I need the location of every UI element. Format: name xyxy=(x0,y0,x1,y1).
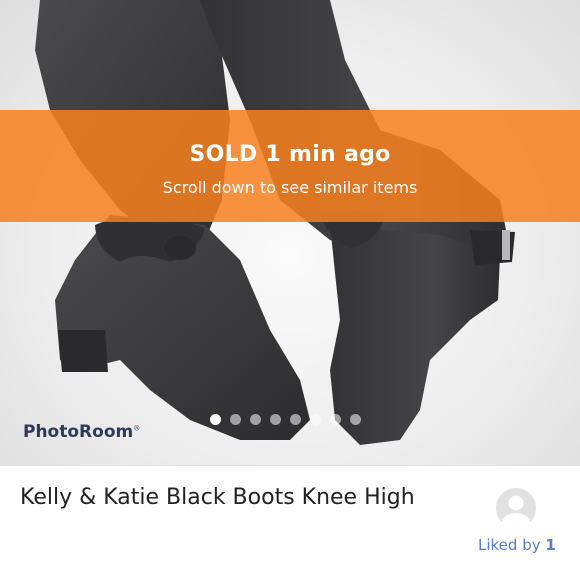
liked-by-count: 1 xyxy=(545,536,556,554)
listing-photo[interactable]: SOLD 1 min ago Scroll down to see simila… xyxy=(0,0,580,465)
carousel-dot[interactable] xyxy=(250,413,261,425)
carousel-dot[interactable] xyxy=(350,413,361,425)
carousel-dot[interactable] xyxy=(210,413,221,425)
carousel-dot[interactable] xyxy=(290,413,301,425)
boots-image xyxy=(35,0,515,445)
carousel-dot[interactable] xyxy=(230,413,241,425)
user-avatar-icon xyxy=(501,495,531,528)
liked-by-link[interactable]: Liked by 1 xyxy=(478,536,556,554)
watermark-text: PhotoRoom xyxy=(23,422,134,442)
carousel-dot[interactable] xyxy=(310,413,321,425)
sold-status-text: SOLD 1 min ago xyxy=(189,142,391,167)
listing-title: Kelly & Katie Black Boots Knee High xyxy=(20,485,415,510)
carousel-dots[interactable] xyxy=(206,412,365,426)
liker-avatar[interactable] xyxy=(496,488,536,528)
photoroom-watermark: PhotoRoom® xyxy=(23,422,141,442)
sold-banner: SOLD 1 min ago Scroll down to see simila… xyxy=(0,110,580,222)
sold-hint-text: Scroll down to see similar items xyxy=(162,178,418,197)
carousel-dot[interactable] xyxy=(330,413,341,425)
carousel-dot[interactable] xyxy=(270,413,281,425)
divider xyxy=(0,465,580,466)
liked-by-label: Liked by xyxy=(478,536,541,554)
